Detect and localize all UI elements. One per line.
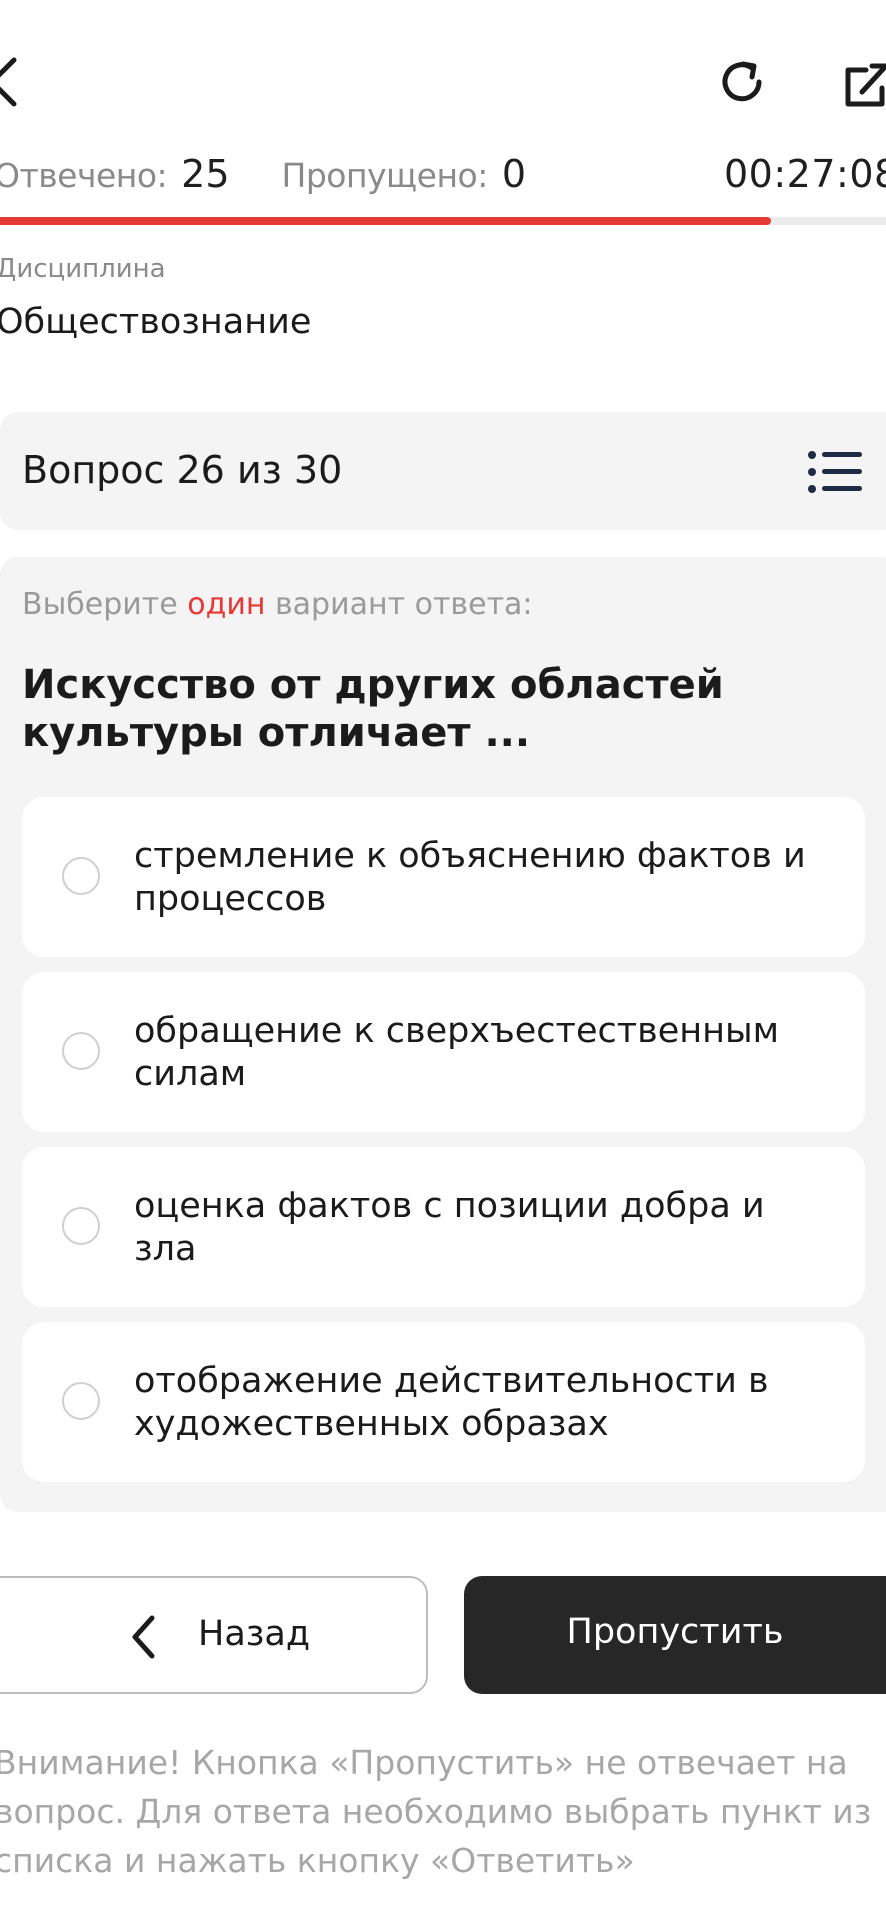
option-label: обращение к сверхъестественным силам xyxy=(134,1011,780,1094)
question-text: Искусство от других областей культуры от… xyxy=(22,662,724,756)
instruction-accent: один xyxy=(187,587,266,622)
discipline-value: Обществознание xyxy=(0,302,312,342)
answer-option[interactable]: оценка фактов с позиции добра и зла xyxy=(22,1147,865,1307)
back-button-label: Назад xyxy=(198,1614,311,1654)
back-button[interactable]: Назад xyxy=(0,1576,428,1694)
timer: 00:27:08 xyxy=(724,152,886,196)
refresh-button[interactable] xyxy=(712,52,772,112)
skip-button[interactable]: Пропустить xyxy=(464,1576,886,1694)
skipped-count: 0 xyxy=(501,152,527,196)
question-card: Выберите один вариант ответа: Искусство … xyxy=(0,557,886,1512)
chevron-left-icon xyxy=(0,57,17,107)
radio-button[interactable] xyxy=(62,1382,100,1420)
skip-button-label: Пропустить xyxy=(566,1612,784,1652)
answered-label: Отвечено: xyxy=(0,156,168,195)
list-icon xyxy=(808,451,862,493)
open-external-button[interactable] xyxy=(844,60,886,110)
answer-option[interactable]: отображение действительности в художеств… xyxy=(22,1322,865,1482)
radio-button[interactable] xyxy=(62,857,100,895)
answer-option[interactable]: стремление к объяснению фактов и процесс… xyxy=(22,797,865,957)
question-counter: Вопрос 26 из 30 xyxy=(22,448,343,492)
question-header: Вопрос 26 из 30 xyxy=(0,412,886,530)
progress-fill xyxy=(0,217,771,225)
option-label: стремление к объяснению фактов и процесс… xyxy=(134,836,806,919)
instruction-text: Выберите один вариант ответа: xyxy=(22,587,533,622)
radio-button[interactable] xyxy=(62,1032,100,1070)
answer-option[interactable]: обращение к сверхъестественным силам xyxy=(22,972,865,1132)
chevron-left-icon xyxy=(132,1615,155,1659)
instruction-prefix: Выберите xyxy=(22,587,188,622)
refresh-icon xyxy=(722,61,762,102)
discipline-label: Дисциплина xyxy=(0,254,166,284)
skip-warning: Внимание! Кнопка «Пропустить» не отвечае… xyxy=(0,1743,872,1880)
skipped-label: Пропущено: xyxy=(281,156,489,195)
progress-bar xyxy=(0,217,886,225)
answer-stats: Отвечено: 25 Пропущено: 0 xyxy=(0,152,526,202)
back-nav-button[interactable] xyxy=(0,52,20,112)
answered-count: 25 xyxy=(181,152,230,196)
external-link-icon xyxy=(845,63,886,107)
question-list-button[interactable] xyxy=(808,450,864,494)
instruction-suffix: вариант ответа: xyxy=(265,587,533,622)
option-label: отображение действительности в художеств… xyxy=(134,1361,769,1444)
option-label: оценка фактов с позиции добра и зла xyxy=(134,1186,765,1269)
radio-button[interactable] xyxy=(62,1207,100,1245)
